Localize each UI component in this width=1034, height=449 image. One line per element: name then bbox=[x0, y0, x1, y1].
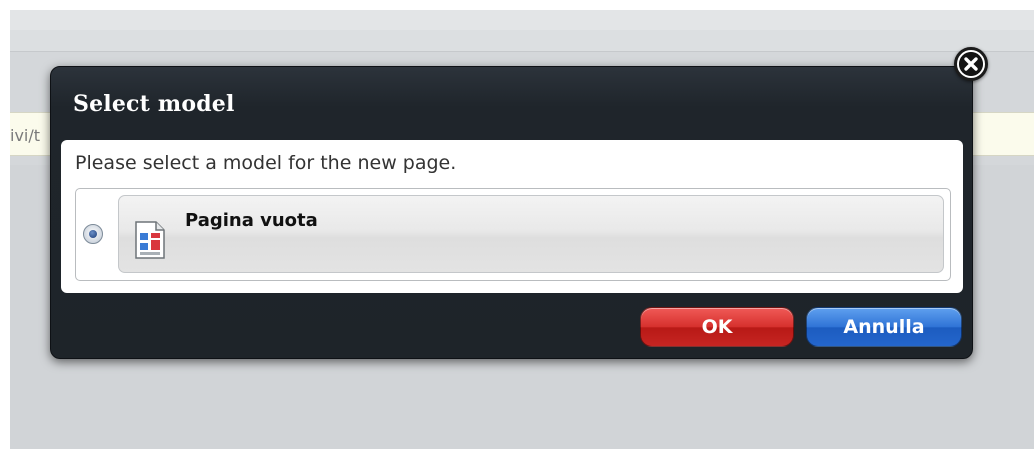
model-radio-pagina-vuota[interactable] bbox=[83, 224, 103, 244]
model-option-pagina-vuota[interactable]: Pagina vuota bbox=[118, 195, 944, 273]
close-icon[interactable] bbox=[954, 47, 988, 81]
dialog-title: Select model bbox=[73, 91, 235, 117]
background-path-text: ivi/t bbox=[10, 126, 41, 145]
blank-page-icon bbox=[135, 221, 165, 259]
cancel-button[interactable]: Annulla bbox=[806, 307, 962, 347]
radio-selected-dot bbox=[89, 230, 97, 238]
ok-button[interactable]: OK bbox=[640, 307, 794, 347]
dialog-instruction: Please select a model for the new page. bbox=[75, 152, 457, 174]
dialog-body: Please select a model for the new page. … bbox=[61, 140, 963, 293]
model-name: Pagina vuota bbox=[185, 210, 318, 231]
select-model-dialog: Select model Please select a model for t… bbox=[50, 66, 973, 359]
model-list: Pagina vuota bbox=[75, 188, 951, 281]
background-top-strip bbox=[10, 0, 1034, 10]
background-toolbar-row bbox=[10, 30, 1034, 52]
close-x-glyph bbox=[959, 52, 983, 76]
background-toolbar bbox=[10, 10, 1034, 30]
